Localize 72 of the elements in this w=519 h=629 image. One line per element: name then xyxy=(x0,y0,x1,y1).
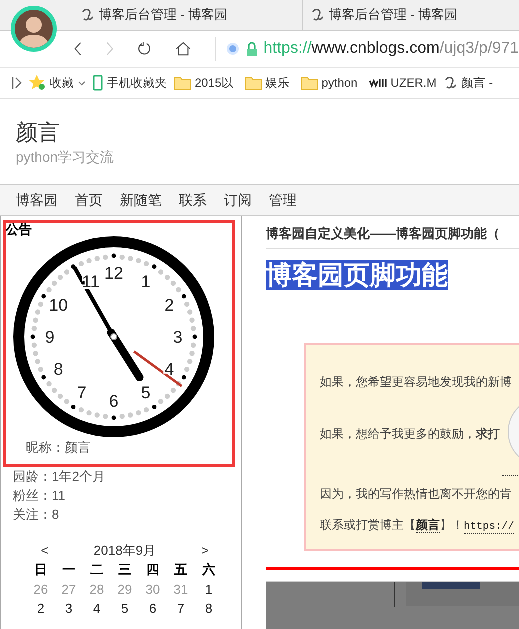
bookmark[interactable]: 收藏 xyxy=(29,74,86,92)
profile-text: 关注：8 xyxy=(12,506,60,524)
clock-number: 8 xyxy=(54,360,64,379)
article-header[interactable]: 博客园自定义美化——博客园页脚功能（ xyxy=(266,224,519,248)
site-icon xyxy=(444,76,458,90)
url-link[interactable]: https:// xyxy=(464,520,514,534)
clock-number: 3 xyxy=(173,328,183,347)
bookmark[interactable]: python xyxy=(300,74,358,92)
weekday-label: 日 xyxy=(34,561,48,579)
clock-number: 5 xyxy=(141,383,151,402)
clock-number: 9 xyxy=(45,328,55,347)
article-heading: 博客园页脚功能 xyxy=(266,260,448,290)
calendar-day[interactable]: 6 xyxy=(139,599,167,618)
bookmark[interactable]: UZER.M xyxy=(368,74,437,92)
caret-icon[interactable] xyxy=(78,80,86,86)
weekday-label: 二 xyxy=(90,561,104,579)
profile-text: 昵称：颜言 xyxy=(25,440,92,456)
nav-link[interactable]: 订阅 xyxy=(224,190,252,210)
footer-text: 如果，想给予我更多的鼓励，求打 xyxy=(320,426,500,440)
clock-number: 1 xyxy=(141,272,151,292)
weekday-label: 六 xyxy=(201,561,216,579)
clock-number: 4 xyxy=(164,360,174,379)
weekday-label: 一 xyxy=(62,561,76,579)
nav-link[interactable]: 联系 xyxy=(179,190,207,210)
folder-icon xyxy=(300,76,318,90)
bookmark[interactable]: 2015以 xyxy=(174,74,234,92)
calendar-day[interactable]: 5 xyxy=(111,599,139,618)
tab-icon xyxy=(311,8,325,22)
star-icon xyxy=(29,75,46,91)
wave-logo-icon xyxy=(368,78,387,88)
tab-icon xyxy=(81,8,95,22)
browser-tab[interactable]: 博客后台管理 - 博客园 xyxy=(303,0,519,30)
clock-number: 6 xyxy=(109,392,119,411)
profile-text: 粉丝：11 xyxy=(12,487,66,505)
blog-subtitle: python学习交流 xyxy=(16,148,116,167)
blog-title[interactable]: 颜言 xyxy=(16,119,519,147)
prev-month-link[interactable]: < xyxy=(41,542,49,560)
phone-icon xyxy=(93,75,103,91)
avatar[interactable] xyxy=(11,6,57,52)
notice-title: 公告 xyxy=(6,223,33,236)
calendar-day[interactable]: 3 xyxy=(55,599,83,618)
nav-link[interactable]: 新随笔 xyxy=(120,190,162,210)
bookmark[interactable]: 娱乐 xyxy=(244,74,290,92)
calendar-day[interactable]: 4 xyxy=(83,599,111,618)
clock-number: 2 xyxy=(164,296,174,315)
calendar-day[interactable]: 2 xyxy=(27,599,55,618)
url-text[interactable]: https://www.cnblogs.com/ujq3/p/971 xyxy=(264,37,519,61)
next-month-link[interactable]: > xyxy=(201,542,209,560)
weekday-label: 四 xyxy=(146,561,160,579)
nav-link[interactable]: 博客园 xyxy=(16,190,58,210)
bookmark[interactable]: 颜言 - xyxy=(444,74,494,92)
weekday-label: 三 xyxy=(118,561,132,579)
author-link[interactable]: 颜言 xyxy=(416,518,440,532)
calendar-day[interactable]: 8 xyxy=(195,599,223,618)
folder-icon xyxy=(244,76,262,90)
sidebar-toggle-icon[interactable] xyxy=(12,77,22,89)
nav-link[interactable]: 首页 xyxy=(75,190,103,210)
weekday-label: 五 xyxy=(174,561,188,579)
footer-text: 因为，我的写作热情也离不开您的肯 xyxy=(320,486,512,500)
folder-icon xyxy=(174,76,191,90)
nav-link[interactable]: 管理 xyxy=(269,190,297,210)
footer-text: 如果，您希望更容易地发现我的新博 xyxy=(320,374,512,388)
calendar-day[interactable]: 7 xyxy=(167,599,195,618)
profile-text: 园龄：1年2个月 xyxy=(12,468,106,486)
calendar-month: 2018年9月 xyxy=(94,542,156,560)
clock-number: 10 xyxy=(49,296,68,315)
bookmark[interactable]: 手机收藏夹 xyxy=(93,74,167,92)
clock-number: 7 xyxy=(77,383,87,402)
lock-icon xyxy=(246,42,258,56)
clock-number: 12 xyxy=(104,264,124,283)
browser-tab[interactable]: 博客后台管理 - 博客园 xyxy=(73,0,303,30)
calendar-day[interactable]: 1 xyxy=(195,580,223,599)
